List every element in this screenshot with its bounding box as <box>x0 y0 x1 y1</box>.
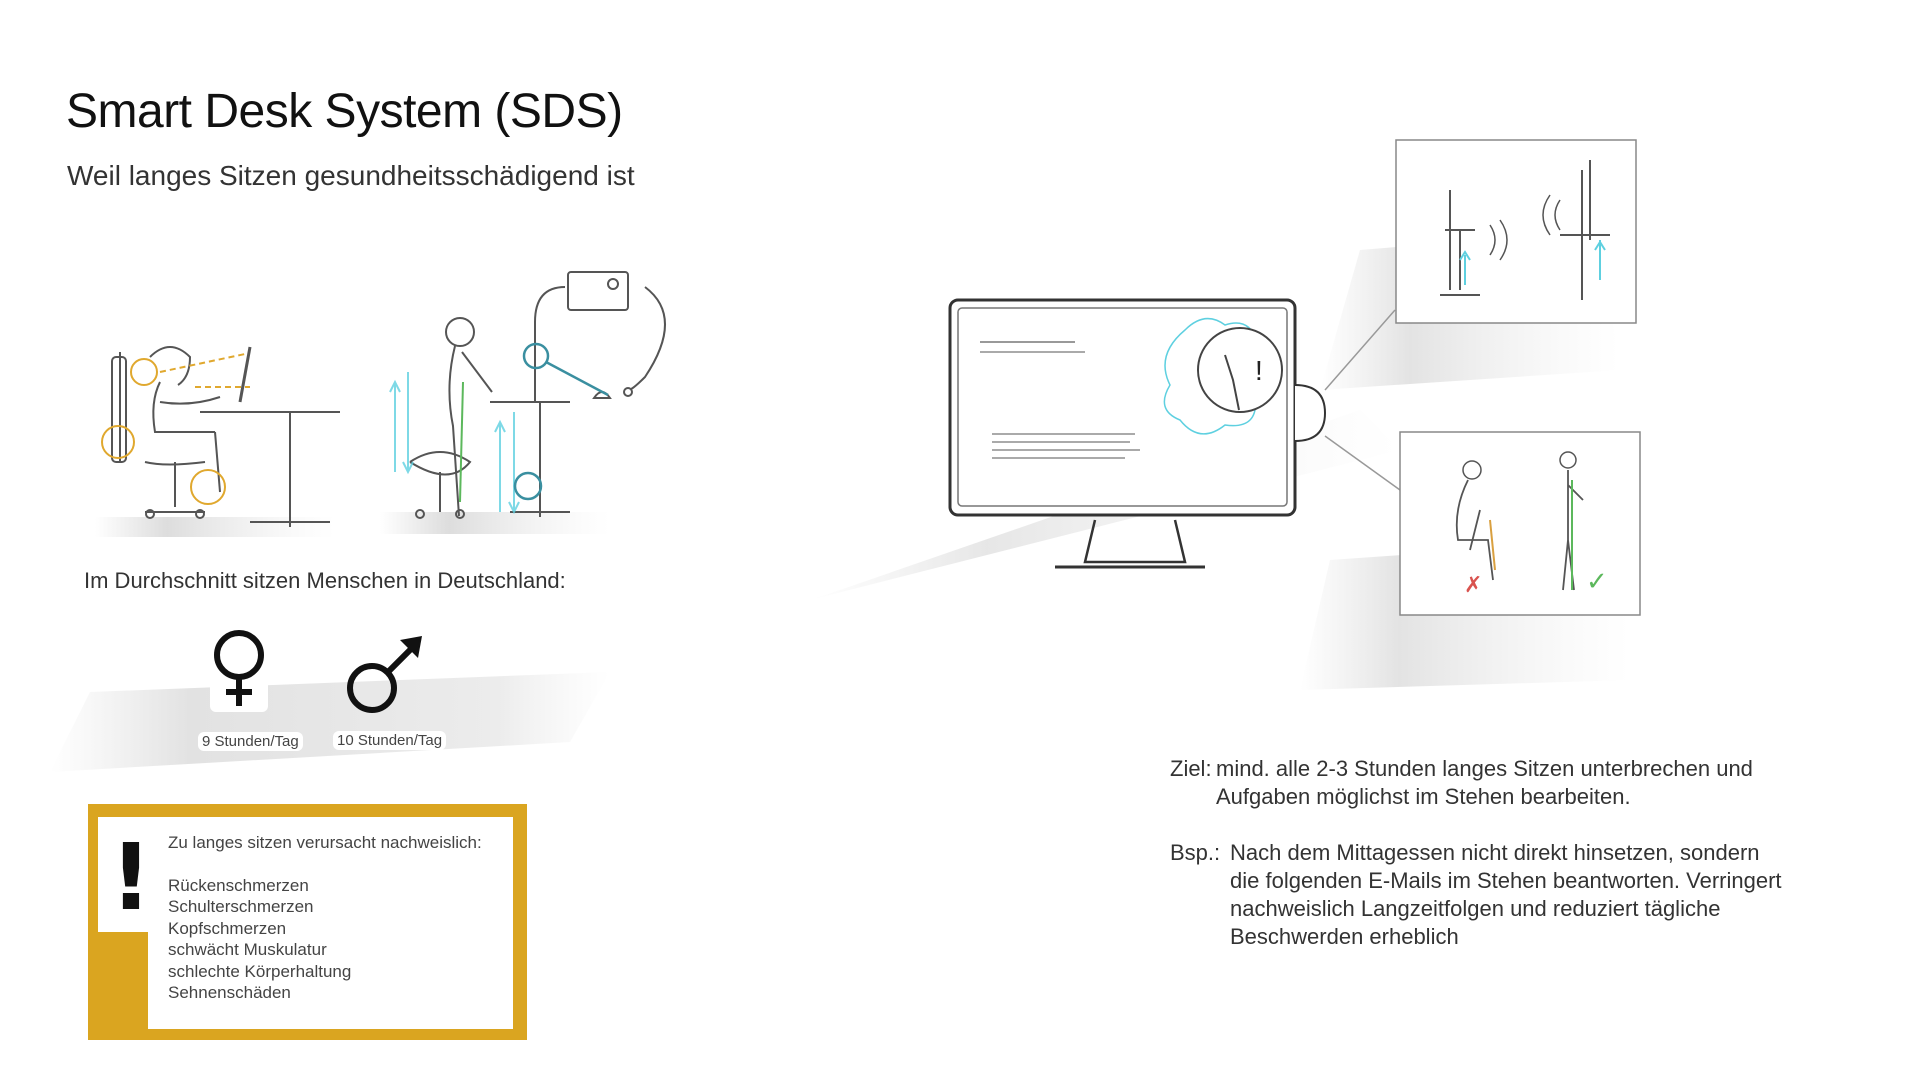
floor-shadow <box>380 512 610 534</box>
exclamation-icon: ! <box>110 824 152 931</box>
goal-label: Ziel: <box>1170 756 1212 781</box>
posture-comparison-panel: ✗ ✓ <box>1399 431 1641 616</box>
floor-shadow <box>95 517 335 537</box>
wrong-posture-icon: ✗ <box>1464 573 1482 598</box>
male-hours-label: 10 Stunden/Tag <box>333 731 447 750</box>
health-warning-box: ! Zu langes sitzen verursacht nachweisli… <box>88 804 527 1040</box>
goal-row: Ziel: mind. alle 2-3 Stunden langes Sitz… <box>1170 755 1790 811</box>
gender-shadow <box>50 672 610 772</box>
list-item: Sehnenschäden <box>168 983 291 1002</box>
monitor-notification-illustration: ! ✗ ✓ <box>810 139 1641 690</box>
example-text: Nach dem Mittagessen nicht direkt hinset… <box>1230 840 1782 949</box>
focus-markers <box>513 342 609 501</box>
posture-line <box>459 381 464 503</box>
warning-heading: Zu langes sitzen verursacht nachweislich… <box>168 833 482 852</box>
page-subtitle: Weil langes Sitzen gesundheitsschädigend… <box>67 160 635 191</box>
desk-adjust-panel <box>1395 139 1637 324</box>
sitting-person-icon <box>111 346 340 527</box>
list-item: Kopfschmerzen <box>168 918 287 938</box>
correct-posture-icon: ✓ <box>1586 567 1608 597</box>
desk-posture-illustration <box>95 271 666 537</box>
example-label: Bsp.: <box>1170 840 1221 865</box>
svg-text:!: ! <box>1255 355 1263 386</box>
warning-list: Rückenschmerzen Schulterschmerzen Kopfsc… <box>168 875 482 1004</box>
list-item: Rückenschmerzen <box>168 875 309 895</box>
list-item: schwächt Muskulatur <box>168 940 327 959</box>
list-item: Schulterschmerzen <box>168 897 314 916</box>
page-title: Smart Desk System (SDS) <box>66 85 623 138</box>
male-symbol-icon <box>347 636 422 713</box>
female-symbol-icon <box>210 630 268 712</box>
warning-content: Zu langes sitzen verursacht nachweislich… <box>168 832 482 1004</box>
standing-person-icon <box>409 271 666 519</box>
average-sitting-intro: Im Durchschnitt sitzen Menschen in Deuts… <box>84 568 566 593</box>
warning-accent <box>98 932 148 1029</box>
female-hours-label: 9 Stunden/Tag <box>198 732 303 751</box>
goal-text: mind. alle 2-3 Stunden langes Sitzen unt… <box>1216 756 1753 809</box>
example-row: Bsp.: Nach dem Mittagessen nicht direkt … <box>1170 839 1790 951</box>
goal-section: Ziel: mind. alle 2-3 Stunden langes Sitz… <box>1170 755 1790 951</box>
list-item: schlechte Körperhaltung <box>168 961 352 981</box>
